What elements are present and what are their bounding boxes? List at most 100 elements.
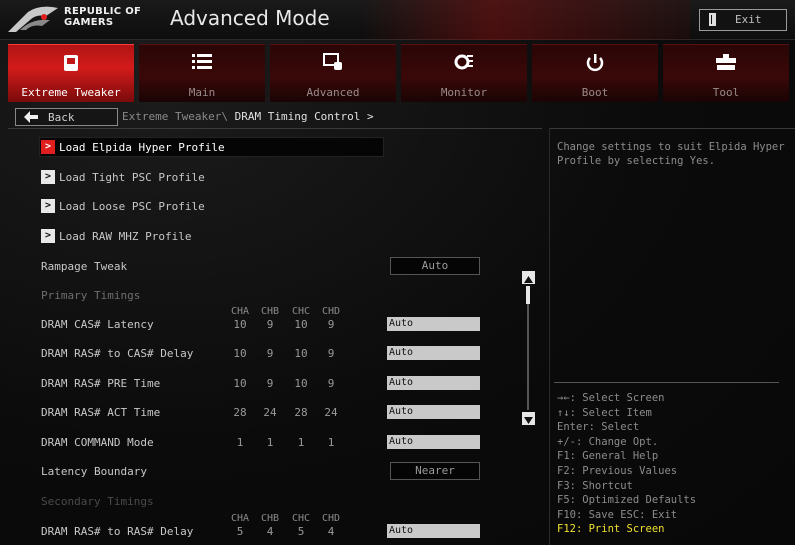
key-hint: ↑↓: Select Item [557, 406, 652, 419]
scrollbar-thumb[interactable] [526, 286, 530, 304]
profile-label: Load RAW MHZ Profile [59, 230, 192, 243]
section-label: Secondary Timings [41, 495, 154, 508]
channel-value: 9 [327, 377, 335, 390]
help-divider [554, 382, 779, 383]
cas-latency-input[interactable]: Auto [387, 317, 480, 331]
key-hint: F5: Optimized Defaults [557, 494, 697, 507]
section-label: Primary Timings [41, 289, 141, 302]
setting-label: Rampage Tweak [41, 260, 128, 273]
help-panel: Change settings to suit Elpida Hyper Pro… [549, 128, 795, 545]
breadcrumb-parent[interactable]: Extreme Tweaker\ [122, 110, 228, 123]
list-icon [191, 53, 213, 73]
submenu-arrow-icon: > [41, 229, 55, 243]
channel-value: 10 [294, 377, 308, 390]
channel-value: 10 [233, 318, 247, 331]
brand-line-2: GAMERS [64, 17, 114, 28]
header-decoration [360, 0, 690, 40]
channel-value: 1 [236, 436, 244, 449]
channel-header: CHD [321, 306, 341, 317]
channel-value: 10 [233, 377, 247, 390]
tab-label: Monitor [440, 86, 488, 99]
ras-to-ras-row: CHA CHB CHC CHD DRAM RAS# to RAS# Delay … [8, 513, 542, 541]
key-hint: Enter: Select [557, 421, 640, 434]
power-icon [584, 53, 606, 73]
key-hint: +/-: Change Opt. [557, 435, 659, 448]
exit-button[interactable]: Exit [699, 9, 787, 31]
advanced-icon [322, 53, 344, 73]
channel-value: 10 [233, 347, 247, 360]
ras-pre-input[interactable]: Auto [387, 376, 480, 390]
exit-label: Exit [735, 13, 762, 26]
tab-boot[interactable]: Boot [532, 44, 658, 102]
tab-advanced[interactable]: Advanced [270, 44, 396, 102]
channel-value: 9 [266, 377, 274, 390]
channel-value: 10 [294, 347, 308, 360]
channel-value: 9 [327, 318, 335, 331]
key-hint: →←: Select Screen [557, 392, 665, 404]
back-arrow-icon [24, 111, 38, 123]
door-icon [709, 13, 716, 26]
tweaker-icon [60, 53, 82, 73]
cas-latency-row: CHA CHB CHC CHD DRAM CAS# Latency 10 9 1… [8, 306, 542, 334]
channel-value: 28 [294, 406, 308, 419]
channel-header: CHB [260, 513, 280, 524]
ras-to-ras-input[interactable]: Auto [387, 524, 480, 538]
profile-elpida-hyper[interactable]: > Load Elpida Hyper Profile [8, 137, 542, 157]
tab-label: Main [188, 86, 216, 99]
channel-value: 9 [266, 318, 274, 331]
ras-to-cas-input[interactable]: Auto [387, 346, 480, 360]
channel-header: CHD [321, 513, 341, 524]
rampage-tweak-select[interactable]: Auto [390, 257, 480, 275]
secondary-timings-heading: Secondary Timings [8, 491, 542, 511]
profile-label: Load Loose PSC Profile [59, 200, 205, 213]
tab-label: Extreme Tweaker [21, 86, 121, 99]
primary-timings-heading: Primary Timings [8, 285, 542, 305]
key-hint: F2: Previous Values [557, 464, 678, 477]
setting-label: DRAM RAS# to CAS# Delay [41, 347, 194, 360]
breadcrumb: Back Extreme Tweaker\ DRAM Timing Contro… [8, 106, 795, 128]
key-hint: F10: Save ESC: Exit [557, 508, 678, 521]
tab-main[interactable]: Main [139, 44, 265, 102]
scroll-down-button[interactable] [522, 412, 535, 425]
settings-panel: > Load Elpida Hyper Profile > Load Tight… [8, 128, 542, 545]
rog-logo: REPUBLIC OF GAMERS [6, 2, 146, 38]
command-mode-input[interactable]: Auto [387, 435, 480, 449]
page-title: Advanced Mode [170, 6, 330, 30]
command-mode-row: DRAM COMMAND Mode 1 1 1 1 Auto [8, 432, 542, 452]
channel-value: 9 [266, 347, 274, 360]
triangle-up-icon [524, 276, 533, 283]
setting-label: DRAM RAS# to RAS# Delay [41, 525, 194, 538]
submenu-arrow-icon: > [41, 170, 55, 184]
channel-value: 1 [297, 436, 305, 449]
submenu-arrow-icon: > [41, 199, 55, 213]
profile-raw-mhz[interactable]: > Load RAW MHZ Profile [8, 226, 542, 246]
channel-value: 4 [327, 525, 335, 538]
channel-value: 4 [266, 525, 274, 538]
tab-monitor[interactable]: Monitor [401, 44, 527, 102]
setting-label: DRAM RAS# ACT Time [41, 406, 161, 419]
tab-tool[interactable]: Tool [663, 44, 789, 102]
channel-value: 24 [324, 406, 338, 419]
profile-loose-psc[interactable]: > Load Loose PSC Profile [8, 196, 542, 216]
back-button[interactable]: Back [15, 108, 118, 126]
setting-label: Latency Boundary [41, 465, 147, 478]
channel-header: CHC [291, 306, 311, 317]
rampage-tweak-row: Rampage Tweak Auto [8, 256, 542, 276]
setting-label: DRAM CAS# Latency [41, 318, 154, 331]
scrollbar-track[interactable] [527, 286, 529, 410]
ras-act-input[interactable]: Auto [387, 405, 480, 419]
channel-value: 5 [297, 525, 305, 538]
key-hint-print-screen: F12: Print Screen [557, 523, 665, 536]
channel-value: 5 [236, 525, 244, 538]
channel-value: 10 [294, 318, 308, 331]
profile-label: Load Elpida Hyper Profile [59, 141, 225, 154]
profile-tight-psc[interactable]: > Load Tight PSC Profile [8, 167, 542, 187]
channel-value: 9 [327, 347, 335, 360]
latency-boundary-select[interactable]: Nearer [390, 462, 480, 480]
channel-header: CHC [291, 513, 311, 524]
tab-extreme-tweaker[interactable]: Extreme Tweaker [8, 44, 134, 102]
monitor-icon [453, 53, 475, 73]
rog-eye-icon [8, 6, 58, 33]
tab-bar: Extreme Tweaker Main Advanced Monitor Bo… [8, 44, 795, 102]
scroll-up-button[interactable] [522, 271, 535, 284]
